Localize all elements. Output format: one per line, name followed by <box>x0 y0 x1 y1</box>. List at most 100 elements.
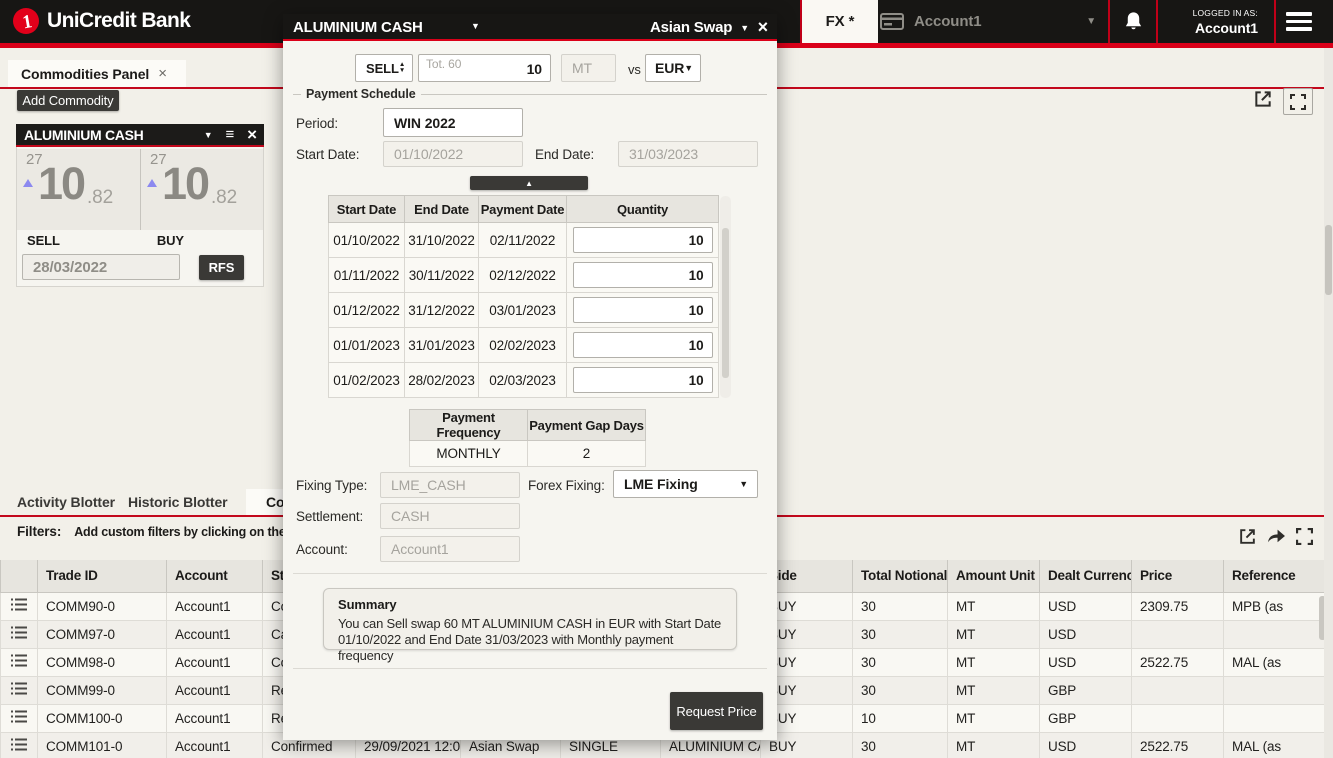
row-menu-button[interactable] <box>1 704 38 732</box>
amount-value: 10 <box>527 61 542 77</box>
add-commodity-button[interactable]: Add Commodity <box>17 90 119 111</box>
blotter-column-header[interactable]: Dealt Currency <box>1040 560 1132 592</box>
schedule-payment-date: 02/11/2022 <box>479 223 567 258</box>
widget-date-field[interactable]: 28/03/2022 <box>22 254 180 280</box>
schedule-payment-date: 02/03/2023 <box>479 363 567 398</box>
row-menu-button[interactable] <box>1 592 38 620</box>
tab-activity-blotter[interactable]: Activity Blotter <box>17 489 115 515</box>
schedule-body: 01/10/2022 31/10/2022 02/11/2022 10 01/1… <box>329 223 719 398</box>
schedule-end-date: 31/10/2022 <box>405 223 479 258</box>
page-scrollbar-track[interactable] <box>1324 48 1333 758</box>
blotter-column-header[interactable]: Reference <box>1224 560 1333 592</box>
buy-price-decimals: .82 <box>211 187 237 209</box>
forex-fixing-selector[interactable]: LME Fixing ▼ <box>613 470 758 498</box>
blotter-cell: MT <box>948 620 1040 648</box>
schedule-row: 01/02/2023 28/02/2023 02/03/2023 10 <box>329 363 719 398</box>
quantity-field[interactable]: 10 <box>573 367 713 393</box>
blotter-cell: 30 <box>853 648 948 676</box>
start-date-label: Start Date: <box>296 147 359 162</box>
schedule-start-date: 01/02/2023 <box>329 363 405 398</box>
period-label: Period: <box>296 116 338 131</box>
row-menu-button[interactable] <box>1 620 38 648</box>
chevron-down-icon[interactable]: ▼ <box>471 21 480 31</box>
tab-commodities-panel[interactable]: Commodities Panel × <box>8 60 186 87</box>
rfs-button[interactable]: RFS <box>199 255 244 280</box>
blotter-cell: GBP <box>1040 676 1132 704</box>
schedule-column-header[interactable]: Payment Date <box>479 196 567 223</box>
sell-price-decimals: .82 <box>87 187 113 209</box>
tab-fx[interactable]: FX * <box>800 0 878 43</box>
payment-frequency-table: Payment Frequency Payment Gap Days MONTH… <box>409 409 646 467</box>
fullscreen-icon[interactable] <box>1296 528 1313 550</box>
burger-icon <box>1286 12 1312 16</box>
collapse-schedule-button[interactable]: ▲ <box>470 176 588 190</box>
blotter-column-header[interactable]: Total Notional Quantity <box>853 560 948 592</box>
row-menu-button[interactable] <box>1 676 38 704</box>
share-icon[interactable] <box>1267 528 1286 550</box>
buy-price-tile[interactable]: 27 10 .82 <box>140 149 263 230</box>
start-date-field: 01/10/2022 <box>383 141 523 167</box>
end-date-label: End Date: <box>535 147 594 162</box>
schedule-start-date: 01/01/2023 <box>329 328 405 363</box>
buy-price-big-figure: 10 <box>162 158 208 210</box>
blotter-column-header[interactable]: Trade ID <box>38 560 167 592</box>
divider <box>293 573 767 574</box>
end-date-field: 31/03/2023 <box>618 141 758 167</box>
blotter-column-header[interactable]: Price <box>1132 560 1224 592</box>
schedule-column-header[interactable]: Quantity <box>567 196 719 223</box>
quantity-field[interactable]: 10 <box>573 297 713 323</box>
schedule-quantity-cell: 10 <box>567 328 719 363</box>
modal-header: ALUMINIUM CASH ▼ Asian Swap ▼ × <box>283 14 777 41</box>
menu-button[interactable] <box>1286 12 1312 31</box>
row-menu-icon <box>11 682 27 695</box>
blotter-cell: USD <box>1040 732 1132 758</box>
swap-type-selector[interactable]: Asian Swap <box>650 19 732 36</box>
row-menu-button[interactable] <box>1 648 38 676</box>
blotter-cell: 30 <box>853 620 948 648</box>
widget-header: ALUMINIUM CASH ▼ ≡ × <box>16 124 264 147</box>
notifications-button[interactable] <box>1110 0 1156 43</box>
popout-icon[interactable] <box>1253 89 1273 114</box>
quantity-field[interactable]: 10 <box>573 227 713 253</box>
payment-frequency-value: MONTHLY <box>410 441 528 467</box>
schedule-start-date: 01/10/2022 <box>329 223 405 258</box>
blotter-cell: Account1 <box>167 732 263 758</box>
blotter-column-header[interactable]: Account <box>167 560 263 592</box>
schedule-payment-date: 03/01/2023 <box>479 293 567 328</box>
schedule-scrollbar-thumb[interactable] <box>722 228 729 378</box>
widget-menu-icon[interactable]: ≡ <box>226 126 235 143</box>
blotter-cell: COMM98-0 <box>38 648 167 676</box>
close-icon[interactable]: × <box>758 17 768 38</box>
schedule-column-header[interactable]: End Date <box>405 196 479 223</box>
schedule-column-header[interactable]: Start Date <box>329 196 405 223</box>
page-scrollbar-thumb[interactable] <box>1325 225 1332 295</box>
quantity-field[interactable]: 10 <box>573 332 713 358</box>
popout-icon[interactable] <box>1238 527 1257 551</box>
close-icon[interactable]: × <box>247 128 257 142</box>
tab-historic-blotter[interactable]: Historic Blotter <box>128 489 228 515</box>
currency-selector[interactable]: EUR ▼ <box>645 54 701 82</box>
chevron-down-icon[interactable]: ▼ <box>204 130 213 140</box>
account-selector[interactable]: Account1 ▼ <box>880 0 1106 43</box>
side-selector[interactable]: SELL ▲▼ <box>355 54 413 82</box>
period-field[interactable]: WIN 2022 <box>383 108 523 137</box>
request-price-button[interactable]: Request Price <box>670 692 763 730</box>
chevron-down-icon[interactable]: ▼ <box>740 23 749 33</box>
account-field[interactable]: Account1 <box>380 536 520 562</box>
schedule-quantity-cell: 10 <box>567 293 719 328</box>
blotter-cell: COMM99-0 <box>38 676 167 704</box>
quantity-field[interactable]: 10 <box>573 262 713 288</box>
logged-in-label: LOGGED IN AS: <box>1193 8 1258 18</box>
widget-prices: 27 10 .82 27 10 .82 <box>17 149 263 230</box>
blotter-cell: 2522.75 <box>1132 732 1224 758</box>
blotter-column-header[interactable]: Amount Unit <box>948 560 1040 592</box>
blotter-cell <box>1132 704 1224 732</box>
close-icon[interactable]: × <box>158 65 167 82</box>
account-selector-value: Account1 <box>914 13 982 30</box>
amount-field[interactable]: Tot. 60 10 <box>418 54 551 82</box>
aluminium-cash-widget: ALUMINIUM CASH ▼ ≡ × 27 10 .82 27 10 .82… <box>16 125 264 287</box>
row-menu-button[interactable] <box>1 732 38 758</box>
schedule-quantity-cell: 10 <box>567 258 719 293</box>
sell-price-tile[interactable]: 27 10 .82 <box>17 149 140 230</box>
fullscreen-button[interactable] <box>1283 88 1313 115</box>
